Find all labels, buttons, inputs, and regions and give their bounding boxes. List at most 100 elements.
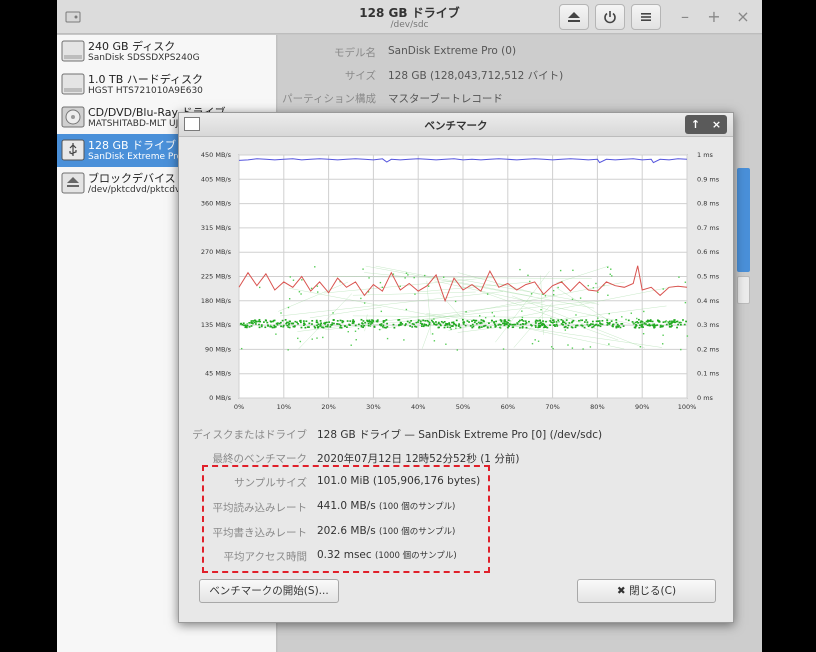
access-time-point bbox=[361, 322, 364, 325]
access-time-outlier bbox=[606, 266, 609, 269]
access-time-point bbox=[362, 320, 365, 322]
eject-button[interactable] bbox=[559, 4, 589, 30]
access-time-point bbox=[425, 324, 428, 327]
drive-item-240gb[interactable]: 240 GB ディスク SanDisk SDSSDXPS240G bbox=[57, 35, 277, 68]
access-time-point bbox=[423, 323, 426, 326]
access-time-point bbox=[311, 319, 314, 322]
access-time-outlier bbox=[486, 293, 489, 295]
access-time-point bbox=[427, 320, 430, 323]
access-time-point bbox=[636, 320, 639, 323]
access-time-point bbox=[672, 321, 675, 323]
access-time-point bbox=[326, 324, 329, 326]
access-time-point bbox=[646, 324, 649, 327]
access-time-outlier bbox=[493, 315, 495, 317]
access-time-outlier bbox=[567, 344, 569, 346]
access-time-point bbox=[366, 320, 369, 323]
volume-graphic-selected[interactable] bbox=[737, 168, 750, 272]
volume-graphic-free[interactable] bbox=[737, 276, 750, 304]
close-button[interactable]: ✖ 閉じる(C) bbox=[577, 579, 716, 603]
menu-button[interactable] bbox=[631, 4, 661, 30]
access-time-point bbox=[585, 319, 588, 321]
access-time-point bbox=[606, 324, 609, 326]
access-time-point bbox=[306, 326, 309, 328]
access-time-point bbox=[380, 324, 383, 327]
access-time-point bbox=[415, 326, 418, 328]
access-time-point bbox=[322, 326, 325, 329]
access-time-point bbox=[583, 326, 586, 329]
minimize-button[interactable]: – bbox=[675, 7, 695, 27]
access-time-point bbox=[480, 319, 483, 321]
access-time-point bbox=[340, 326, 343, 329]
access-time-point bbox=[263, 321, 265, 323]
access-time-point bbox=[612, 323, 615, 326]
dialog-close-x-button[interactable]: × bbox=[706, 115, 727, 134]
close-window-button[interactable]: × bbox=[733, 7, 753, 27]
last-benchmark-value: 2020年07月12日 12時52分52秒 (1 分前) bbox=[317, 453, 520, 465]
access-time-point bbox=[332, 319, 335, 321]
access-time-point bbox=[304, 326, 307, 329]
access-time-point bbox=[504, 323, 506, 326]
access-time-point bbox=[386, 326, 389, 328]
y-left-tick-label: 315 MB/s bbox=[201, 224, 232, 232]
dialog-window-controls: ↑ × bbox=[685, 115, 727, 134]
access-time-point bbox=[611, 325, 614, 327]
dialog-maximize-button[interactable]: ↑ bbox=[685, 115, 706, 134]
access-time-point bbox=[521, 325, 524, 328]
drive-item-1tb[interactable]: 1.0 TB ハードディスク HGST HTS721010A9E630 bbox=[57, 68, 277, 101]
power-off-button[interactable] bbox=[595, 4, 625, 30]
x-tick-label: 40% bbox=[411, 403, 425, 411]
access-time-point bbox=[415, 321, 418, 324]
access-time-point bbox=[563, 326, 566, 328]
access-time-outlier bbox=[347, 330, 349, 333]
access-time-outlier bbox=[610, 268, 612, 270]
access-time-point bbox=[567, 324, 570, 327]
access-time-outlier bbox=[680, 321, 683, 324]
access-time-point bbox=[561, 321, 564, 324]
access-time-point bbox=[296, 321, 298, 324]
access-time-point bbox=[383, 326, 386, 329]
access-time-point bbox=[571, 326, 574, 329]
access-time-point bbox=[303, 322, 305, 324]
access-time-point bbox=[258, 318, 261, 321]
access-time-outlier bbox=[427, 285, 430, 287]
y-right-tick-label: 1 ms bbox=[697, 151, 714, 159]
access-time-outlier bbox=[680, 348, 682, 351]
access-time-point bbox=[643, 322, 646, 325]
access-time-outlier bbox=[550, 317, 552, 320]
access-time-outlier bbox=[521, 310, 523, 312]
access-time-point bbox=[511, 326, 514, 329]
access-time-point bbox=[245, 325, 248, 328]
x-tick-label: 30% bbox=[366, 403, 380, 411]
access-time-point bbox=[615, 319, 618, 321]
maximize-button[interactable]: + bbox=[704, 7, 724, 27]
access-time-point bbox=[433, 322, 435, 324]
access-time-outlier bbox=[431, 333, 434, 335]
access-time-outlier bbox=[301, 279, 303, 281]
y-left-tick-label: 45 MB/s bbox=[205, 370, 232, 378]
access-time-point bbox=[549, 320, 552, 322]
access-time-point bbox=[475, 319, 478, 322]
start-benchmark-button[interactable]: ベンチマークの開始(S)... bbox=[199, 579, 339, 603]
drive-model: HGST HTS721010A9E630 bbox=[88, 86, 203, 96]
access-time-point bbox=[555, 323, 558, 326]
access-time-point bbox=[267, 325, 269, 327]
access-time-point bbox=[545, 326, 548, 328]
access-time-point bbox=[553, 321, 555, 323]
access-time-point bbox=[408, 321, 411, 324]
access-time-point bbox=[260, 324, 263, 326]
access-time-point bbox=[482, 325, 485, 328]
access-time-point bbox=[557, 319, 560, 322]
y-left-tick-label: 135 MB/s bbox=[201, 321, 232, 329]
access-time-point bbox=[250, 325, 253, 327]
access-time-outlier bbox=[571, 298, 574, 301]
access-time-point bbox=[294, 320, 297, 323]
access-time-point bbox=[541, 324, 544, 326]
access-time-point bbox=[480, 326, 483, 328]
access-time-point bbox=[675, 320, 678, 323]
hamburger-menu-icon bbox=[641, 13, 651, 21]
access-time-point bbox=[651, 320, 654, 323]
access-time-point bbox=[367, 324, 370, 327]
drive-model: MATSHITABD-MLT UJ2 bbox=[88, 119, 185, 129]
access-time-point bbox=[457, 325, 460, 327]
access-time-point bbox=[591, 326, 594, 329]
